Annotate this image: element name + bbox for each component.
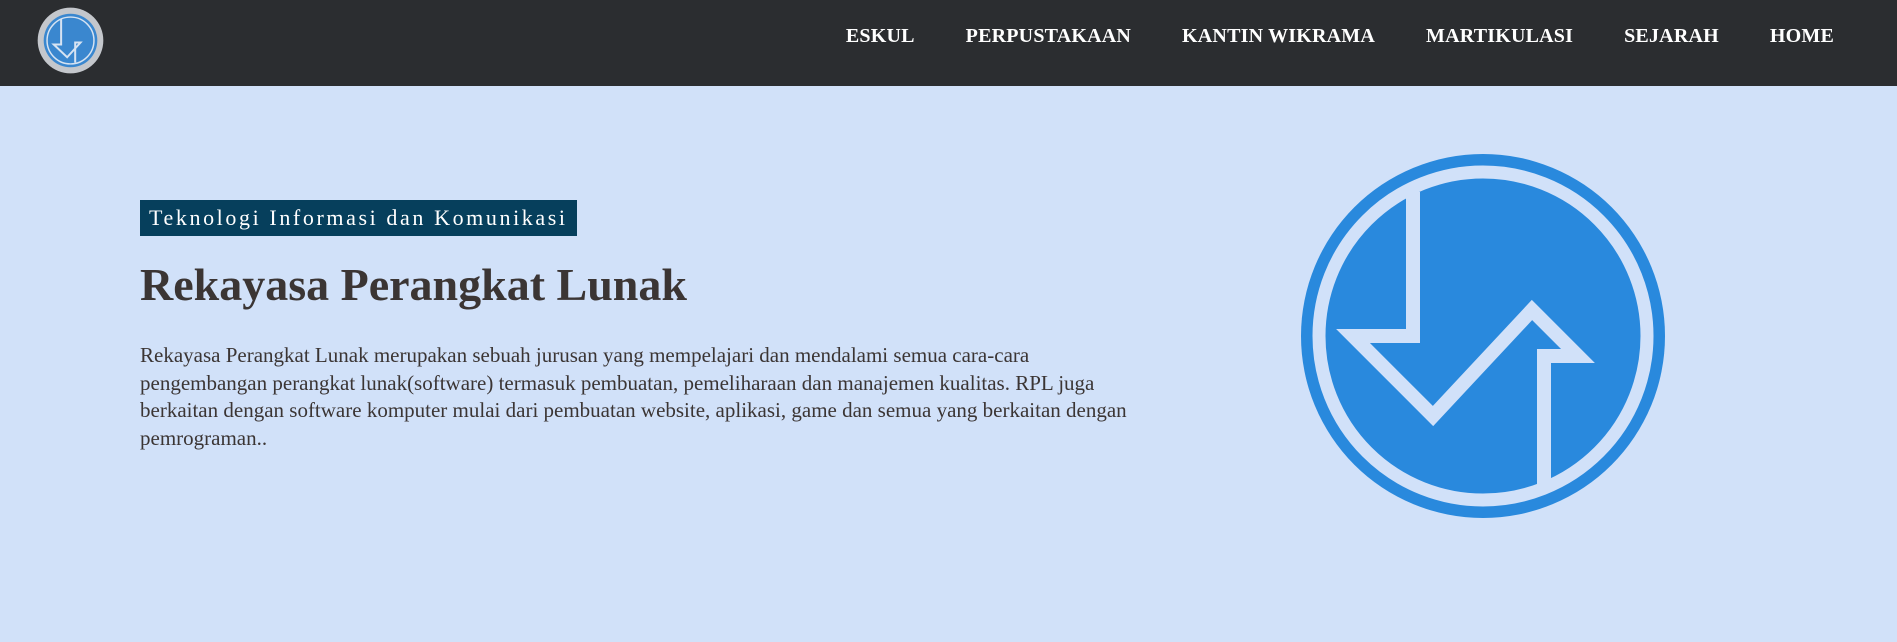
page-title: Rekayasa Perangkat Lunak [140,259,687,310]
nav-link-kantin-wikrama[interactable]: KANTIN WIKRAMA [1182,25,1375,48]
navbar: ESKUL PERPUSTAKAAN KANTIN WIKRAMA MARTIK… [0,0,1897,86]
rpl-logo-icon [1299,152,1667,520]
nav-link-martikulasi[interactable]: MARTIKULASI [1426,25,1573,48]
hero-description: Rekayasa Perangkat Lunak merupakan sebua… [140,343,1127,450]
nav-link-eskul[interactable]: ESKUL [846,25,915,48]
hero-section: Teknologi Informasi dan Komunikasi Rekay… [0,86,1897,642]
category-badge: Teknologi Informasi dan Komunikasi [140,200,577,236]
nav-menu: ESKUL PERPUSTAKAAN KANTIN WIKRAMA MARTIK… [795,0,1834,72]
nav-link-perpustakaan[interactable]: PERPUSTAKAAN [966,25,1131,48]
rpl-logo-icon[interactable] [37,7,104,74]
nav-link-home[interactable]: HOME [1770,25,1834,48]
nav-link-sejarah[interactable]: SEJARAH [1624,25,1719,48]
